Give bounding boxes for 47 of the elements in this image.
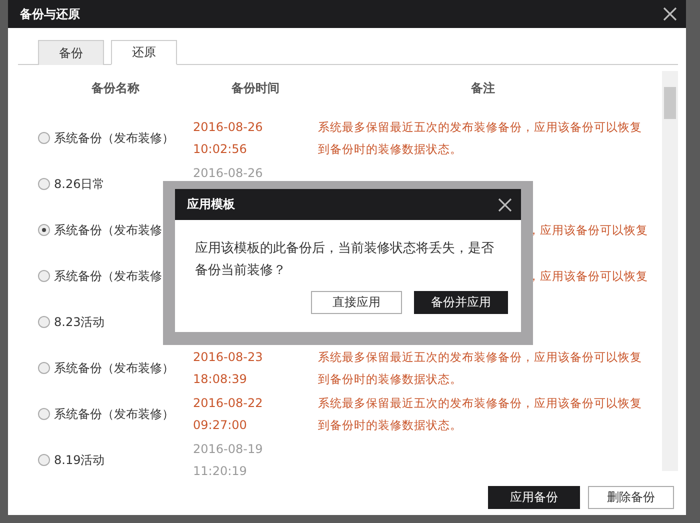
remark-text: 系统最多保留最近五次的发布装修备份，应用该备份可以恢复到备份时的装修数据状态。 xyxy=(318,349,643,388)
column-header: 备份时间 xyxy=(230,80,280,96)
modal-button[interactable]: 备份并应用 xyxy=(414,291,508,314)
radio-button[interactable] xyxy=(38,408,50,420)
close-button[interactable] xyxy=(497,196,513,212)
backup-date: 2016-08-23 xyxy=(193,349,264,366)
window-title: 备份与还原 xyxy=(20,6,80,22)
tab[interactable]: 还原 xyxy=(111,40,177,65)
radio-button[interactable] xyxy=(38,316,50,328)
radio-button[interactable] xyxy=(38,224,50,236)
modal-title: 应用模板 xyxy=(187,196,235,213)
backup-name: 系统备份（发布装修） xyxy=(54,130,174,146)
close-button[interactable] xyxy=(662,6,678,22)
remark-text: ，应用该备份可以恢复 xyxy=(528,268,648,285)
modal-button[interactable]: 直接应用 xyxy=(311,291,402,314)
close-icon xyxy=(497,196,513,212)
backup-date: 2016-08-26 xyxy=(193,119,264,136)
remark-text: 系统最多保留最近五次的发布装修备份，应用该备份可以恢复到备份时的装修数据状态。 xyxy=(318,395,643,434)
scrollbar[interactable] xyxy=(662,71,678,471)
close-icon xyxy=(662,6,678,22)
backup-date: 2016-08-19 xyxy=(193,441,264,458)
backup-name: 8.23活动 xyxy=(54,314,105,330)
action-button[interactable]: 删除备份 xyxy=(588,486,674,509)
backup-time: 09:27:00 xyxy=(193,417,248,434)
column-header: 备份名称 xyxy=(90,80,140,96)
backup-time: 18:08:39 xyxy=(193,371,248,388)
radio-button[interactable] xyxy=(38,132,50,144)
backup-time: 10:02:56 xyxy=(193,141,248,158)
backup-name: 8.19活动 xyxy=(54,452,105,468)
backup-name: 8.26日常 xyxy=(54,176,105,192)
action-button[interactable]: 应用备份 xyxy=(488,486,580,509)
remark-text: ，应用该备份可以恢复 xyxy=(528,222,648,239)
radio-button[interactable] xyxy=(38,178,50,190)
backup-name: 系统备份（发布装修） xyxy=(54,406,174,422)
radio-button[interactable] xyxy=(38,362,50,374)
backup-time: 11:20:19 xyxy=(193,463,248,480)
column-header: 备注 xyxy=(470,80,496,96)
tab[interactable]: 备份 xyxy=(38,40,104,65)
backup-name: 系统备份（发布装修 xyxy=(54,268,162,284)
radio-button[interactable] xyxy=(38,454,50,466)
modal-message: 应用该模板的此备份后，当前装修状态将丢失，是否备份当前装修？ xyxy=(195,240,495,280)
backup-date: 2016-08-22 xyxy=(193,395,264,412)
backup-date: 2016-08-26 xyxy=(193,165,264,182)
radio-button[interactable] xyxy=(38,270,50,282)
backup-name: 系统备份（发布装修） xyxy=(54,360,174,376)
remark-text: 系统最多保留最近五次的发布装修备份，应用该备份可以恢复到备份时的装修数据状态。 xyxy=(318,119,643,158)
backup-name: 系统备份（发布装修 xyxy=(54,222,162,238)
